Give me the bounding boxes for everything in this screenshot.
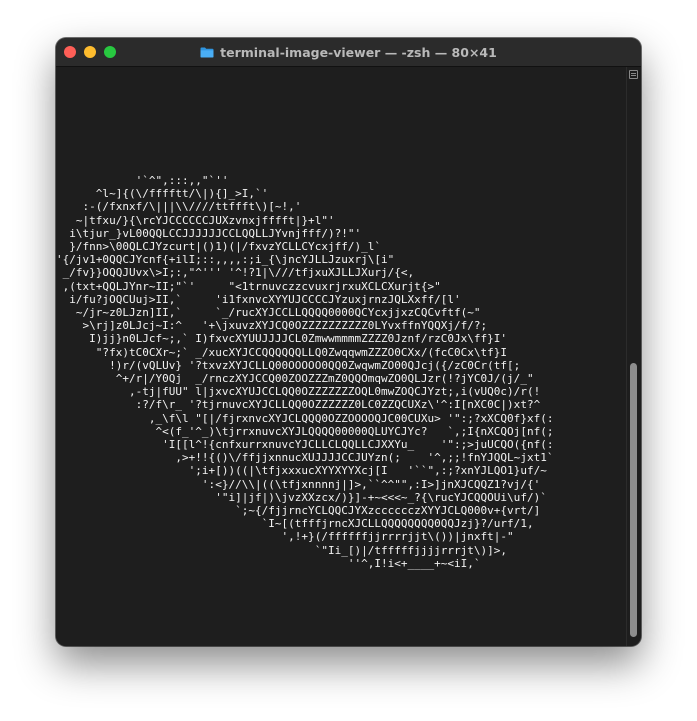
- terminal-window: terminal-image-viewer — -zsh — 80×41 '`^…: [56, 38, 641, 646]
- window-title-group: terminal-image-viewer — -zsh — 80×41: [56, 38, 641, 66]
- ascii-art-output: '`^",:::,,"`'' ^l~]{(\/fffftt/\|){]_>I,`…: [56, 175, 554, 570]
- folder-icon: [200, 47, 214, 58]
- scroll-thumb[interactable]: [630, 363, 637, 637]
- scroll-options-icon[interactable]: [629, 70, 638, 79]
- window-title: terminal-image-viewer — -zsh — 80×41: [220, 44, 497, 60]
- title-bar[interactable]: terminal-image-viewer — -zsh — 80×41: [56, 38, 641, 67]
- vertical-scrollbar[interactable]: [626, 67, 641, 646]
- terminal-content[interactable]: '`^",:::,,"`'' ^l~]{(\/fffftt/\|){]_>I,`…: [56, 67, 627, 646]
